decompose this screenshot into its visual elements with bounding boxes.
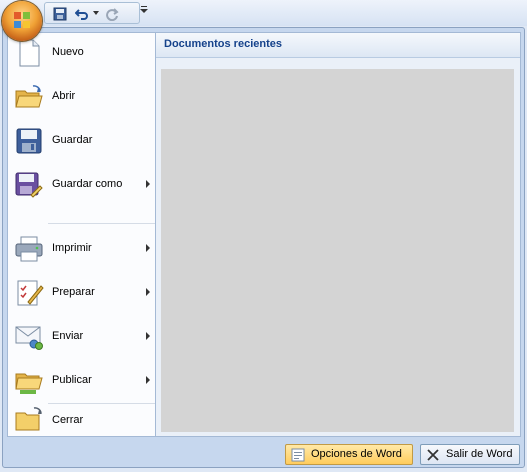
menu-item-enviar[interactable]: Enviar bbox=[8, 317, 156, 357]
undo-icon[interactable] bbox=[75, 7, 89, 21]
close-icon bbox=[427, 449, 439, 461]
publish-icon bbox=[15, 373, 43, 394]
menu-item-preparar[interactable]: Preparar bbox=[8, 273, 156, 313]
menu-label: Cerrar bbox=[52, 414, 84, 426]
save-as-icon bbox=[15, 172, 43, 198]
quick-access-bar bbox=[44, 2, 140, 24]
menu-label: Publicar bbox=[52, 374, 92, 386]
menu-label: Enviar bbox=[52, 330, 84, 342]
menu-label: Nuevo bbox=[52, 46, 84, 58]
quick-access-toolbar bbox=[0, 0, 527, 41]
redo-icon[interactable] bbox=[105, 7, 119, 21]
menu-commands: Nuevo Abrir Guardar Guardar como Imprimi… bbox=[7, 32, 157, 437]
submenu-arrow-icon bbox=[146, 288, 150, 296]
menu-item-abrir[interactable]: Abrir bbox=[8, 77, 156, 117]
close-folder-icon bbox=[15, 407, 42, 431]
exit-word-button[interactable]: Salir de Word bbox=[420, 444, 520, 465]
office-menu: Nuevo Abrir Guardar Guardar como Imprimi… bbox=[2, 27, 525, 468]
submenu-arrow-icon bbox=[146, 244, 150, 252]
menu-divider bbox=[48, 223, 156, 224]
office-button[interactable] bbox=[2, 1, 42, 41]
word-options-button[interactable]: Opciones de Word bbox=[285, 444, 413, 465]
office-logo-icon bbox=[14, 12, 30, 28]
menu-label: Abrir bbox=[52, 90, 76, 102]
menu-item-cerrar[interactable]: Cerrar bbox=[8, 405, 156, 435]
customize-arrow-icon[interactable] bbox=[140, 6, 148, 14]
menu-item-publicar[interactable]: Publicar bbox=[8, 361, 156, 401]
menu-footer: Opciones de Word Salir de Word bbox=[3, 441, 524, 467]
save-icon[interactable] bbox=[53, 7, 67, 21]
recent-documents-list bbox=[161, 69, 514, 432]
menu-item-guardar[interactable]: Guardar bbox=[8, 121, 156, 161]
word-options-label: Opciones de Word bbox=[311, 448, 402, 460]
menu-item-guardar-como[interactable]: Guardar como bbox=[8, 165, 156, 205]
exit-word-label: Salir de Word bbox=[446, 448, 513, 460]
submenu-arrow-icon bbox=[146, 180, 150, 188]
recent-documents-pane: Documentos recientes bbox=[155, 32, 521, 437]
submenu-arrow-icon bbox=[146, 376, 150, 384]
open-folder-icon bbox=[15, 85, 43, 108]
menu-label: Preparar bbox=[52, 286, 95, 298]
prepare-icon bbox=[17, 280, 44, 306]
options-icon bbox=[291, 448, 305, 462]
menu-label: Guardar bbox=[52, 134, 93, 146]
save-icon bbox=[16, 128, 42, 154]
print-icon bbox=[15, 236, 43, 262]
recent-documents-title: Documentos recientes bbox=[156, 33, 520, 58]
menu-divider bbox=[48, 403, 156, 404]
menu-label: Guardar como bbox=[52, 178, 123, 190]
submenu-arrow-icon bbox=[146, 332, 150, 340]
new-document-icon bbox=[19, 39, 40, 67]
menu-item-imprimir[interactable]: Imprimir bbox=[8, 229, 156, 269]
send-icon bbox=[15, 326, 43, 350]
menu-label: Imprimir bbox=[52, 242, 92, 254]
undo-dropdown-icon[interactable] bbox=[93, 11, 99, 15]
